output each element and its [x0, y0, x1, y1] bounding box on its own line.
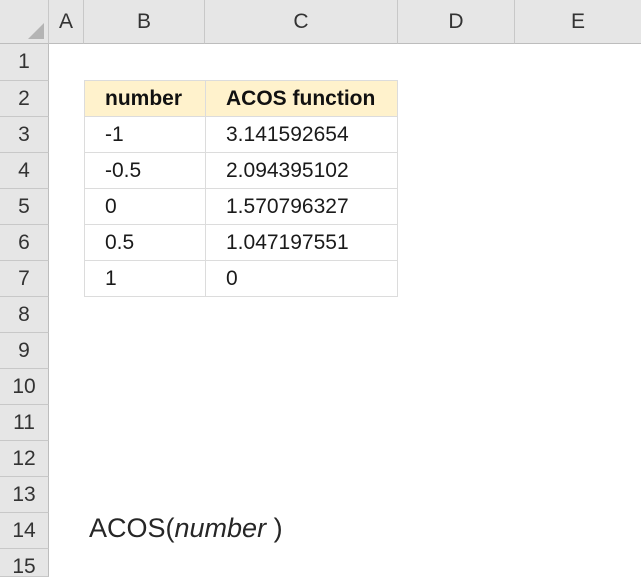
table-cell-number[interactable]: -1 [84, 116, 206, 153]
row-header-12[interactable]: 12 [0, 441, 49, 477]
row-header-1[interactable]: 1 [0, 44, 49, 81]
table-cell-number[interactable]: -0.5 [84, 152, 206, 189]
function-syntax: ACOS(number ) [89, 513, 283, 544]
spreadsheet: A B C D E 1 2 3 4 5 6 7 8 9 10 11 12 13 … [0, 0, 641, 578]
row-header-7[interactable]: 7 [0, 261, 49, 297]
row-header-6[interactable]: 6 [0, 225, 49, 261]
row-header-14[interactable]: 14 [0, 513, 49, 549]
table-cell-acos[interactable]: 1.047197551 [205, 224, 398, 261]
table-header-acos[interactable]: ACOS function [205, 80, 398, 117]
row-header-8[interactable]: 8 [0, 297, 49, 333]
table-cell-number[interactable]: 1 [84, 260, 206, 297]
select-all-corner[interactable] [0, 0, 49, 44]
table-cell-acos[interactable]: 1.570796327 [205, 188, 398, 225]
row-header-9[interactable]: 9 [0, 333, 49, 369]
row-header-3[interactable]: 3 [0, 117, 49, 153]
table-cell-acos[interactable]: 0 [205, 260, 398, 297]
row-header-13[interactable]: 13 [0, 477, 49, 513]
table-cell-acos[interactable]: 2.094395102 [205, 152, 398, 189]
column-header-e[interactable]: E [515, 0, 641, 44]
select-all-triangle-icon [28, 23, 44, 39]
table-cell-number[interactable]: 0 [84, 188, 206, 225]
function-close: ) [266, 513, 283, 543]
table-cell-acos[interactable]: 3.141592654 [205, 116, 398, 153]
row-header-4[interactable]: 4 [0, 153, 49, 189]
column-header-a[interactable]: A [49, 0, 84, 44]
row-header-15[interactable]: 15 [0, 549, 49, 578]
table-cell-number[interactable]: 0.5 [84, 224, 206, 261]
column-header-d[interactable]: D [398, 0, 515, 44]
row-header-5[interactable]: 5 [0, 189, 49, 225]
row-header-11[interactable]: 11 [0, 405, 49, 441]
row-header-10[interactable]: 10 [0, 369, 49, 405]
column-header-c[interactable]: C [205, 0, 398, 44]
function-argument: number [174, 513, 267, 543]
function-name: ACOS( [89, 513, 175, 543]
table-header-number[interactable]: number [84, 80, 206, 117]
row-header-2[interactable]: 2 [0, 81, 49, 117]
column-header-b[interactable]: B [84, 0, 205, 44]
